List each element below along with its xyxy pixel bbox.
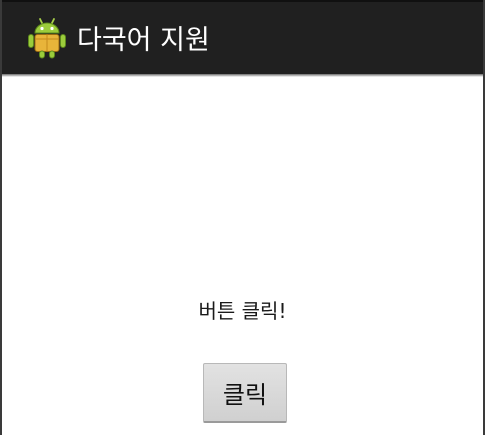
- app-screen: 다국어 지원 버튼 클릭! 클릭: [0, 0, 485, 435]
- click-button[interactable]: 클릭: [203, 363, 287, 423]
- prompt-text: 버튼 클릭!: [198, 299, 287, 323]
- app-title: 다국어 지원: [77, 24, 210, 56]
- main-content: 버튼 클릭! 클릭: [2, 77, 483, 435]
- action-bar: 다국어 지원: [2, 0, 483, 74]
- android-robot-icon: [28, 18, 66, 59]
